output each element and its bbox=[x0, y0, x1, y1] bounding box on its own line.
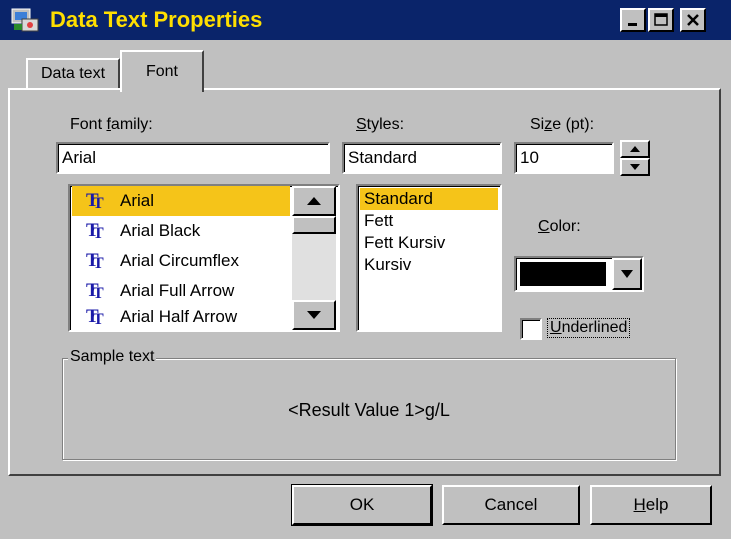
size-label: Size (pt): bbox=[530, 116, 595, 133]
arrow-down-icon bbox=[307, 311, 321, 319]
truetype-icon: TT bbox=[86, 250, 104, 272]
tab-label: Data text bbox=[40, 65, 106, 82]
truetype-icon: TT bbox=[86, 220, 104, 242]
arrow-up-icon bbox=[630, 146, 640, 152]
app-icon bbox=[10, 6, 42, 34]
window-title: Data Text Properties bbox=[50, 7, 263, 32]
scroll-thumb[interactable] bbox=[292, 216, 336, 234]
font-family-label: Font family: bbox=[70, 116, 153, 133]
maximize-icon bbox=[654, 13, 668, 26]
underlined-checkbox[interactable] bbox=[520, 318, 542, 340]
truetype-icon: TT bbox=[86, 280, 104, 302]
list-item[interactable]: Standard bbox=[360, 188, 498, 210]
cancel-button[interactable]: Cancel bbox=[442, 485, 580, 525]
ok-button[interactable]: OK bbox=[291, 484, 433, 526]
color-swatch bbox=[520, 262, 606, 286]
size-value: 10 bbox=[520, 148, 539, 167]
maximize-button[interactable] bbox=[648, 8, 674, 32]
sample-text-label: Sample text bbox=[68, 348, 157, 366]
tab-label: Font bbox=[145, 63, 178, 80]
color-dropdown[interactable] bbox=[514, 256, 644, 292]
minimize-icon bbox=[628, 23, 637, 26]
minimize-button[interactable] bbox=[620, 8, 646, 32]
tab-data-text[interactable]: Data text bbox=[26, 58, 120, 88]
arrow-up-icon bbox=[307, 197, 321, 205]
size-spin-up-button[interactable] bbox=[620, 140, 650, 158]
styles-value: Standard bbox=[348, 148, 417, 167]
list-item[interactable]: TT Arial bbox=[72, 186, 290, 216]
styles-input[interactable]: Standard bbox=[342, 142, 502, 174]
close-button[interactable] bbox=[680, 8, 706, 32]
color-dropdown-button[interactable] bbox=[612, 258, 642, 290]
font-family-value: Arial bbox=[62, 148, 97, 167]
list-item[interactable]: Fett Kursiv bbox=[360, 232, 498, 254]
styles-list[interactable]: Standard Fett Fett Kursiv Kursiv bbox=[356, 184, 502, 332]
tab-font[interactable]: Font bbox=[120, 50, 204, 92]
close-icon bbox=[687, 14, 699, 26]
truetype-icon: TT bbox=[86, 306, 104, 328]
underlined-label[interactable]: Underlined bbox=[546, 318, 631, 338]
sample-text-preview: <Result Value 1>g/L bbox=[288, 400, 450, 420]
scroll-up-button[interactable] bbox=[292, 186, 336, 216]
size-spin-down-button[interactable] bbox=[620, 158, 650, 176]
styles-label: Styles: bbox=[356, 116, 405, 133]
truetype-icon: TT bbox=[86, 190, 104, 212]
color-label: Color: bbox=[538, 218, 581, 235]
chevron-down-icon bbox=[621, 270, 633, 278]
arrow-down-icon bbox=[630, 164, 640, 170]
scroll-down-button[interactable] bbox=[292, 300, 336, 330]
size-input[interactable]: 10 bbox=[514, 142, 614, 174]
font-family-list[interactable]: TT Arial TT Arial Black TT Arial Circumf… bbox=[68, 184, 340, 332]
font-family-input[interactable]: Arial bbox=[56, 142, 330, 174]
list-item[interactable]: Fett bbox=[360, 210, 498, 232]
help-button[interactable]: Help bbox=[590, 485, 712, 525]
list-item[interactable]: Kursiv bbox=[360, 254, 498, 276]
font-list-scrollbar[interactable] bbox=[292, 186, 336, 330]
